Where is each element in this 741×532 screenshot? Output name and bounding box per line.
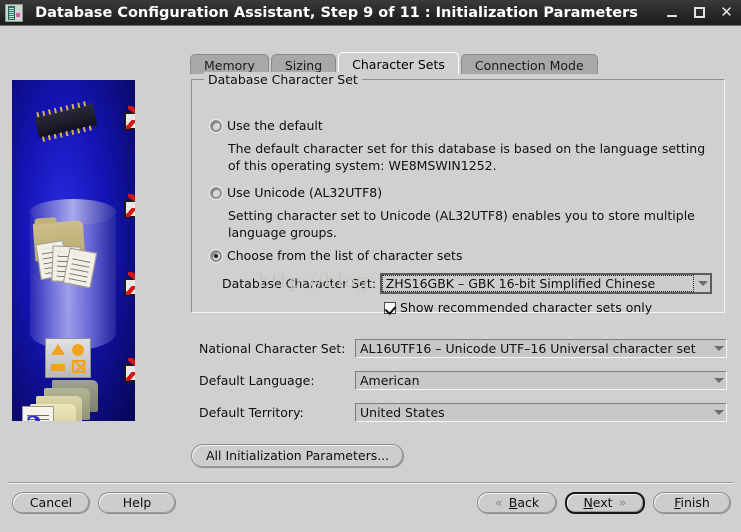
chevron-right-icon: » (618, 495, 627, 511)
chevron-left-icon: « (494, 495, 503, 511)
checkmark-step-2-icon (124, 194, 135, 218)
national-character-set-label: National Character Set: (199, 341, 346, 356)
database-chip-icon (5, 3, 23, 22)
footer-separator (8, 482, 733, 484)
database-character-set-dropdown[interactable]: ZHS16GBK – GBK 16-bit Simplified Chinese (379, 273, 712, 294)
radio-choose-from-list[interactable]: Choose from the list of character sets (210, 248, 462, 263)
group-title: Database Character Set (204, 72, 362, 87)
description-unicode: Setting character set to Unicode (AL32UT… (228, 208, 695, 240)
crossed-box-icon (72, 360, 85, 373)
checkmark-step-4-icon (124, 358, 135, 382)
back-button[interactable]: « Back (477, 492, 557, 514)
radio-use-the-default[interactable]: Use the default (210, 118, 323, 133)
national-character-set-dropdown[interactable]: AL16UTF16 – Unicode UTF–16 Universal cha… (355, 339, 727, 358)
checkmark-step-3-icon (124, 272, 135, 296)
back-label-rest: ack (517, 495, 540, 510)
documents-icon (35, 238, 98, 289)
radio-label-choose-list: Choose from the list of character sets (227, 248, 463, 263)
national-character-set-row: National Character Set: AL16UTF16 – Unic… (199, 339, 727, 358)
show-recommended-checkbox-row[interactable]: Show recommended character sets only (384, 300, 652, 315)
next-button[interactable]: Next » (565, 492, 645, 514)
footer-right-buttons: « Back Next » Finish (477, 492, 731, 514)
chevron-down-icon[interactable] (711, 404, 726, 421)
window-title: Database Configuration Assistant, Step 9… (35, 4, 638, 21)
title-bar: Database Configuration Assistant, Step 9… (0, 0, 741, 26)
all-initialization-parameters-button[interactable]: All Initialization Parameters... (191, 444, 405, 468)
database-character-set-row: Database Character Set: ZHS16GBK – GBK 1… (222, 273, 712, 294)
default-language-dropdown[interactable]: American (355, 371, 727, 390)
finish-button-label: Finish (674, 495, 710, 510)
database-character-set-group: Database Character Set Use the default T… (191, 72, 725, 315)
next-label-rest: ext (592, 495, 613, 510)
default-territory-dropdown[interactable]: United States (355, 403, 727, 422)
radio-icon-choose-list[interactable] (210, 250, 222, 262)
memory-chip-icon (34, 103, 98, 139)
chevron-down-icon[interactable] (711, 372, 726, 389)
description-default: The default character set for this datab… (228, 141, 706, 173)
minimize-icon[interactable] (666, 6, 679, 19)
dbca-window: Database Configuration Assistant, Step 9… (0, 0, 741, 532)
back-button-label: Back (508, 495, 540, 510)
chevron-down-icon[interactable] (711, 340, 726, 357)
database-character-set-value: ZHS16GBK – GBK 16-bit Simplified Chinese (381, 275, 695, 292)
show-recommended-label: Show recommended character sets only (400, 300, 653, 315)
radio-label-unicode: Use Unicode (AL32UTF8) (227, 185, 383, 200)
shapes-panel-icon (45, 338, 91, 378)
circle-icon (72, 344, 84, 356)
radio-icon-unicode[interactable] (210, 187, 222, 199)
close-icon[interactable]: ✕ (720, 5, 733, 20)
national-character-set-value: AL16UTF16 – Unicode UTF–16 Universal cha… (360, 341, 696, 356)
radio-icon-default[interactable] (210, 120, 222, 132)
footer-left-buttons: Cancel Help (12, 492, 176, 514)
tab-connection-mode[interactable]: Connection Mode (460, 54, 598, 75)
default-language-row: Default Language: American (199, 371, 727, 390)
cancel-button[interactable]: Cancel (12, 492, 90, 514)
next-button-label: Next (583, 495, 613, 510)
footer-bar: Cancel Help « Back Next » Finish (0, 490, 741, 526)
wizard-banner-image: ? (12, 80, 135, 421)
character-sets-panel: Database Character Set Use the default T… (189, 72, 727, 474)
radio-use-unicode[interactable]: Use Unicode (AL32UTF8) (210, 185, 382, 200)
default-language-value: American (360, 373, 420, 388)
default-territory-value: United States (360, 405, 445, 420)
help-button[interactable]: Help (98, 492, 176, 514)
radio-label-default: Use the default (227, 118, 323, 133)
finish-label-rest: inish (680, 495, 710, 510)
default-territory-row: Default Territory: United States (199, 403, 727, 422)
checkmark-step-1-icon (124, 106, 135, 130)
question-mark-icon: ? (26, 414, 41, 421)
database-character-set-label: Database Character Set: (222, 276, 377, 291)
window-controls: ✕ (666, 5, 733, 20)
triangle-icon (51, 344, 65, 355)
default-language-label: Default Language: (199, 373, 315, 388)
rectangle-icon (51, 364, 65, 371)
default-territory-label: Default Territory: (199, 405, 304, 420)
show-recommended-checkbox[interactable] (384, 301, 396, 314)
chevron-down-icon[interactable] (695, 275, 710, 292)
maximize-icon[interactable] (693, 6, 706, 19)
finish-button[interactable]: Finish (653, 492, 731, 514)
